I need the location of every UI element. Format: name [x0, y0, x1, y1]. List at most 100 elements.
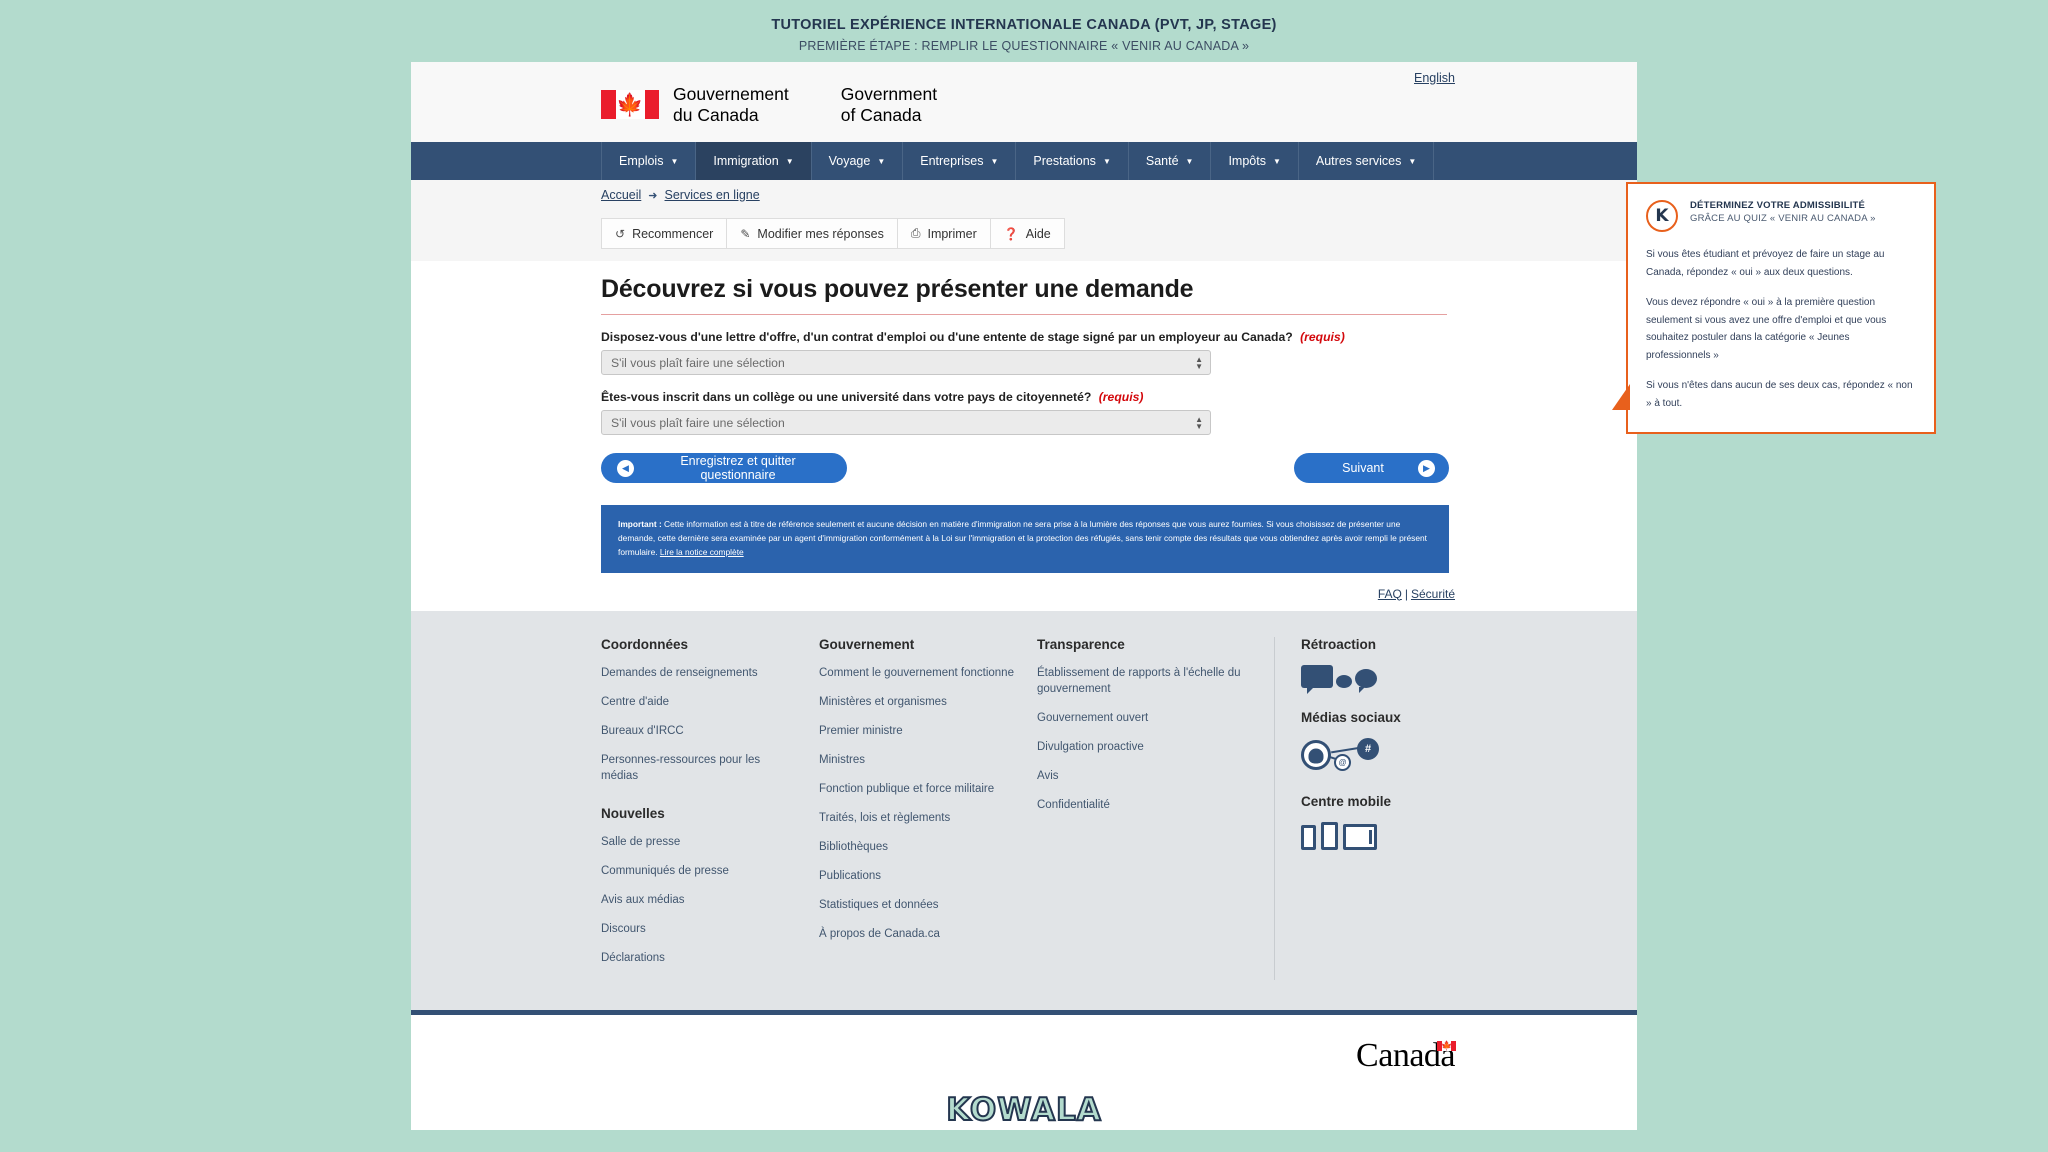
chevron-down-icon: ▼: [1185, 156, 1194, 166]
footer-link[interactable]: À propos de Canada.ca: [819, 926, 1015, 942]
footer-heading-transparence: Transparence: [1037, 636, 1125, 652]
nav-item-prestations[interactable]: Prestations ▼: [1016, 142, 1129, 180]
hashtag-icon: #: [1357, 737, 1379, 760]
brand-en-line2: of Canada: [840, 104, 922, 125]
brand-fr-line1: Gouvernement: [673, 84, 789, 104]
security-link[interactable]: Sécurité: [1411, 587, 1455, 601]
footer-link[interactable]: Déclarations: [601, 950, 797, 966]
sub-footer-links: FAQ | Sécurité: [411, 573, 1637, 611]
footer-link[interactable]: Gouvernement ouvert: [1037, 710, 1252, 726]
edit-answers-button-label: Modifier mes réponses: [757, 226, 884, 241]
restart-button[interactable]: ↺ Recommencer: [601, 218, 727, 249]
callout-paragraph-3: Si vous n'êtes dans aucun de ses deux ca…: [1646, 380, 1913, 409]
save-and-exit-button[interactable]: ◀ Enregistrez et quitter questionnaire: [601, 453, 847, 483]
mobile-devices-icon[interactable]: [1301, 821, 1483, 850]
nav-label: Immigration: [713, 154, 779, 168]
printer-icon: ⎙: [910, 226, 921, 240]
question-1-text: Disposez-vous d'une lettre d'offre, d'un…: [601, 330, 1293, 344]
social-network-icon[interactable]: @ #: [1301, 737, 1483, 772]
footer-link[interactable]: Ministères et organismes: [819, 694, 1015, 710]
question-2-select-value: S'il vous plaît faire une sélection: [611, 415, 785, 430]
footer-link[interactable]: Demandes de renseignements: [601, 665, 797, 681]
footer-link[interactable]: Confidentialité: [1037, 797, 1252, 813]
print-button[interactable]: ⎙ Imprimer: [896, 218, 990, 249]
footer-link[interactable]: Publications: [819, 868, 1015, 884]
breadcrumb-item-services-en-ligne[interactable]: Services en ligne: [665, 188, 760, 202]
nav-item-autres-services[interactable]: Autres services ▼: [1299, 142, 1435, 180]
arrow-left-icon: ◀: [617, 459, 634, 477]
footer-heading-medias-sociaux: Médias sociaux: [1301, 709, 1401, 725]
footer-link[interactable]: Établissement de rapports à l'échelle du…: [1037, 665, 1252, 697]
footer-link[interactable]: Traités, lois et règlements: [819, 810, 1015, 826]
footer-link[interactable]: Premier ministre: [819, 723, 1015, 739]
footer-link[interactable]: Fonction publique et force militaire: [819, 781, 1015, 797]
important-notice: Important : Cette information est à titr…: [601, 505, 1449, 573]
chevron-down-icon: ▼: [785, 156, 794, 166]
language-toggle-link[interactable]: English: [1414, 71, 1455, 85]
canada-wordmark: Canada 🍁: [1356, 1037, 1456, 1075]
nav-item-entreprises[interactable]: Entreprises ▼: [903, 142, 1017, 180]
footer-link[interactable]: Bibliothèques: [819, 839, 1015, 855]
footer-link[interactable]: Salle de presse: [601, 834, 797, 850]
site-footer: Coordonnées Demandes de renseignements C…: [411, 610, 1637, 1010]
question-2-label: Êtes-vous inscrit dans un collège ou une…: [601, 390, 1447, 404]
nav-item-impots[interactable]: Impôts ▼: [1211, 142, 1299, 180]
breadcrumb: Accueil ➜ Services en ligne: [411, 180, 1637, 210]
breadcrumb-item-accueil[interactable]: Accueil: [601, 188, 641, 202]
footer-link[interactable]: Avis: [1037, 768, 1252, 784]
nav-item-immigration[interactable]: Immigration ▼: [696, 142, 812, 180]
speech-bubbles-icon[interactable]: [1301, 664, 1483, 694]
form-button-row: ◀ Enregistrez et quitter questionnaire S…: [601, 453, 1449, 483]
link-separator: |: [1404, 586, 1408, 601]
footer-link[interactable]: Divulgation proactive: [1037, 739, 1252, 755]
footer-column-transparence: Transparence Établissement de rapports à…: [1037, 636, 1275, 980]
footer-link[interactable]: Bureaux d'IRCC: [601, 723, 797, 739]
chevron-down-icon: ▼: [1102, 156, 1111, 166]
footer-link[interactable]: Communiqués de presse: [601, 863, 797, 879]
person-icon: [1301, 739, 1331, 770]
select-spinner-icon: ▲ ▼: [1195, 414, 1203, 431]
nav-item-voyage[interactable]: Voyage ▼: [812, 142, 904, 180]
action-toolbar: ↺ Recommencer ✎ Modifier mes réponses ⎙ …: [601, 218, 1065, 249]
main-navigation: Emplois ▼ Immigration ▼ Voyage ▼ Entrepr…: [411, 142, 1637, 180]
phone-large-icon: [1321, 821, 1338, 850]
question-1-select[interactable]: S'il vous plaît faire une sélection ▲ ▼: [601, 350, 1211, 375]
nav-label: Voyage: [828, 154, 871, 168]
help-button-label: Aide: [1025, 226, 1051, 241]
canada-flag-icon: 🍁: [1437, 1040, 1456, 1051]
footer-link[interactable]: Centre d'aide: [601, 694, 797, 710]
main-content: Découvrez si vous pouvez présenter une d…: [411, 261, 1637, 573]
question-2-text: Êtes-vous inscrit dans un collège ou une…: [601, 390, 1092, 404]
question-1-select-value: S'il vous plaît faire une sélection: [611, 355, 785, 370]
chevron-down-icon: ▼: [1408, 156, 1417, 166]
at-sign-icon: @: [1334, 753, 1351, 771]
callout-title-line2: GRÂCE AU QUIZ « VENIR AU CANADA »: [1690, 213, 1876, 224]
question-2-select[interactable]: S'il vous plaît faire une sélection ▲ ▼: [601, 410, 1211, 435]
arrow-right-icon: ▶: [1418, 459, 1435, 477]
question-1-label: Disposez-vous d'une lettre d'offre, d'un…: [601, 330, 1447, 344]
callout-header: K DÉTERMINEZ VOTRE ADMISSIBILITÉ GRÂCE A…: [1646, 200, 1916, 232]
footer-link[interactable]: Statistiques et données: [819, 897, 1015, 913]
nav-label: Entreprises: [920, 154, 984, 168]
action-toolbar-wrap: ↺ Recommencer ✎ Modifier mes réponses ⎙ …: [411, 210, 1637, 261]
brand-en-line1: Government: [840, 84, 938, 104]
faq-link[interactable]: FAQ: [1378, 587, 1402, 601]
next-button[interactable]: Suivant ▶: [1294, 453, 1449, 483]
nav-item-emplois[interactable]: Emplois ▼: [601, 142, 697, 180]
arrow-right-icon: ➜: [648, 189, 658, 202]
footer-link[interactable]: Avis aux médias: [601, 892, 797, 908]
footer-link[interactable]: Discours: [601, 921, 797, 937]
footer-link[interactable]: Comment le gouvernement fonctionne: [819, 665, 1015, 681]
edit-answers-button[interactable]: ✎ Modifier mes réponses: [726, 218, 897, 249]
nav-label: Prestations: [1033, 154, 1096, 168]
footer-link[interactable]: Ministres: [819, 752, 1015, 768]
footer-heading-coordonnees: Coordonnées: [601, 636, 689, 652]
notice-link[interactable]: Lire la notice complète: [660, 547, 744, 557]
footer-column-gouvernement: Gouvernement Comment le gouvernement fon…: [819, 637, 1037, 980]
help-button[interactable]: ❓ Aide: [989, 218, 1065, 249]
footer-heading-gouvernement: Gouvernement: [819, 636, 915, 652]
nav-item-sante[interactable]: Santé ▼: [1129, 142, 1212, 180]
footer-column-coordonnees: Coordonnées Demandes de renseignements C…: [601, 637, 819, 980]
footer-link[interactable]: Personnes-ressources pour les médias: [601, 752, 797, 784]
slide-header: TUTORIEL EXPÉRIENCE INTERNATIONALE CANAD…: [0, 0, 2048, 53]
